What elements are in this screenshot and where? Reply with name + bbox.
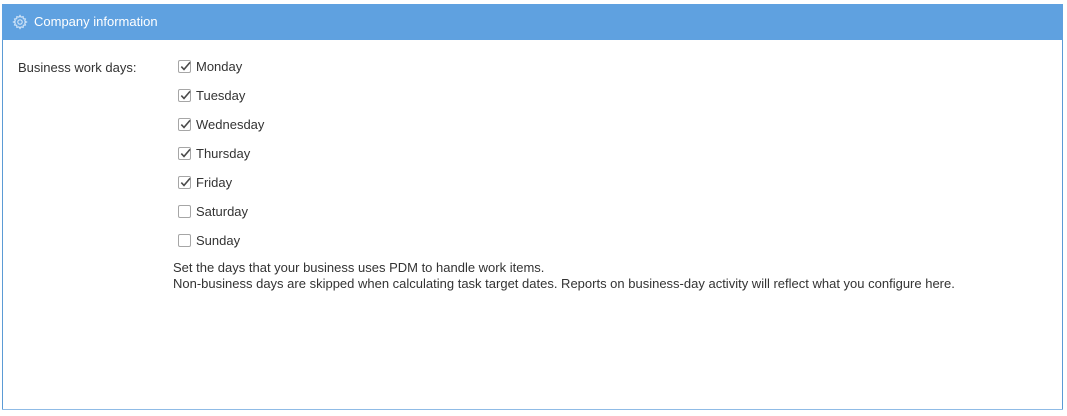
friday-checkbox[interactable] <box>178 176 191 189</box>
help-line: Non-business days are skipped when calcu… <box>173 276 955 291</box>
day-label: Wednesday <box>196 117 265 132</box>
day-label: Saturday <box>196 204 249 219</box>
business-days-help-text: Set the days that your business uses PDM… <box>173 260 955 292</box>
checkmark-icon <box>180 61 191 71</box>
day-option-tuesday[interactable]: Tuesday <box>178 88 264 117</box>
checkmark-icon <box>180 177 191 187</box>
day-option-wednesday[interactable]: Wednesday <box>178 117 264 146</box>
thursday-checkbox[interactable] <box>178 147 191 160</box>
day-option-saturday[interactable]: Saturday <box>178 204 264 233</box>
day-option-monday[interactable]: Monday <box>178 59 264 88</box>
day-label: Friday <box>196 175 233 190</box>
day-label: Thursday <box>196 146 251 161</box>
day-label: Tuesday <box>196 88 246 103</box>
business-days-list: Monday Tuesday Wednesday Thursday Friday… <box>178 59 264 262</box>
checkmark-icon <box>180 119 191 129</box>
day-label: Monday <box>196 59 243 74</box>
saturday-checkbox[interactable] <box>178 205 191 218</box>
tuesday-checkbox[interactable] <box>178 89 191 102</box>
day-option-thursday[interactable]: Thursday <box>178 146 264 175</box>
day-option-friday[interactable]: Friday <box>178 175 264 204</box>
checkmark-icon <box>180 90 191 100</box>
help-line: Set the days that your business uses PDM… <box>173 260 545 275</box>
panel-bottom-border <box>2 409 1063 410</box>
checkmark-icon <box>180 148 191 158</box>
company-information-panel <box>2 4 1063 410</box>
day-label: Sunday <box>196 233 241 248</box>
wednesday-checkbox[interactable] <box>178 118 191 131</box>
panel-header: Company information <box>2 4 1063 40</box>
monday-checkbox[interactable] <box>178 60 191 73</box>
sunday-checkbox[interactable] <box>178 234 191 247</box>
panel-title: Company information <box>34 14 158 29</box>
gear-icon <box>12 14 28 30</box>
day-option-sunday[interactable]: Sunday <box>178 233 264 262</box>
business-work-days-label: Business work days: <box>18 60 137 75</box>
